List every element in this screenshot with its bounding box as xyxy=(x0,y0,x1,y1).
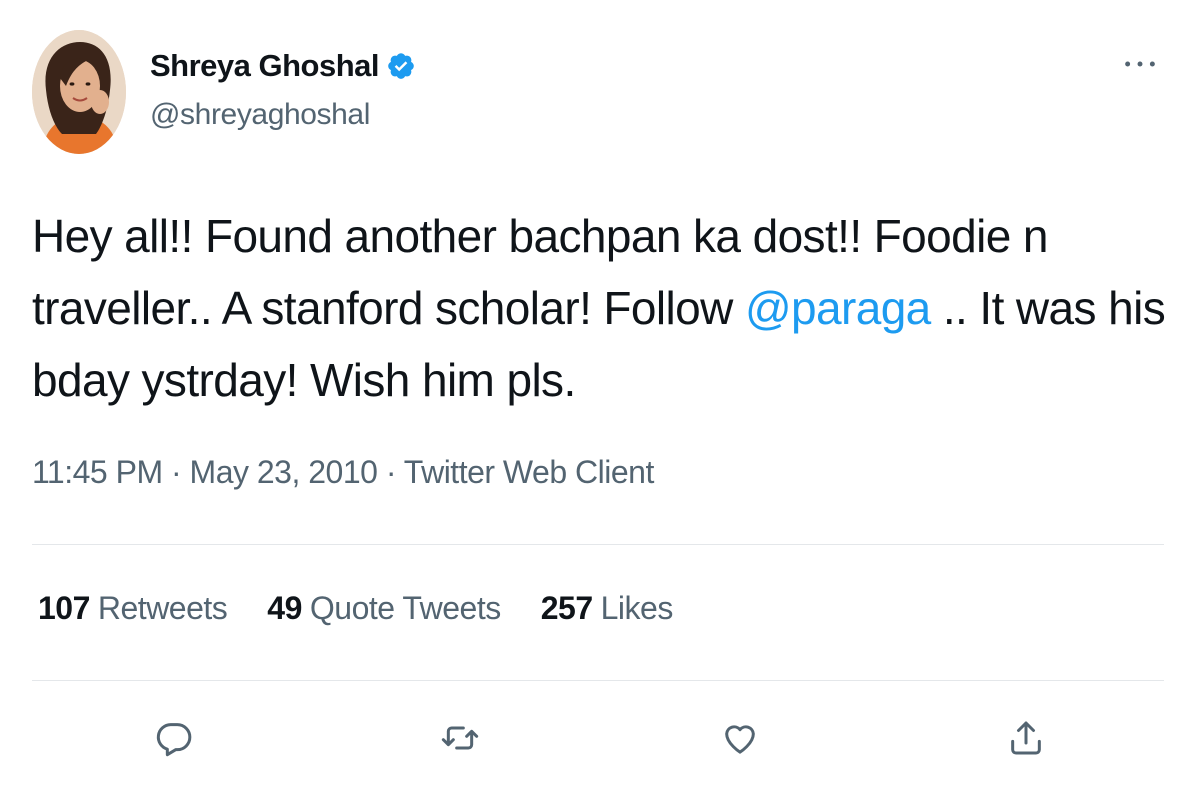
divider xyxy=(32,680,1164,681)
retweet-icon xyxy=(441,726,479,750)
verified-badge-icon xyxy=(386,51,416,81)
author-display-name[interactable]: Shreya Ghoshal xyxy=(150,48,380,84)
divider xyxy=(32,544,1164,545)
likes-stat[interactable]: 257 Likes xyxy=(540,590,674,627)
tweet-text: Hey all!! Found another bachpan ka dost!… xyxy=(32,200,1172,416)
author-name-row: Shreya Ghoshal xyxy=(150,46,416,86)
retweet-button[interactable] xyxy=(436,712,484,764)
reply-icon xyxy=(156,723,192,757)
like-button[interactable] xyxy=(716,712,764,764)
tweet-stats: 107 Retweets 49 Quote Tweets 257 Likes xyxy=(38,590,673,627)
likes-count: 257 xyxy=(540,590,593,626)
mention-link[interactable]: @paraga xyxy=(745,282,931,334)
retweets-count: 107 xyxy=(38,590,90,626)
share-button[interactable] xyxy=(1002,712,1050,764)
retweets-label: Retweets xyxy=(97,590,228,626)
quote-tweets-stat[interactable]: 49 Quote Tweets xyxy=(267,590,501,627)
quote-tweets-count: 49 xyxy=(267,590,302,626)
avatar-image xyxy=(32,30,126,154)
quote-tweets-label: Quote Tweets xyxy=(309,590,501,626)
like-icon xyxy=(725,725,755,754)
avatar[interactable] xyxy=(32,30,126,154)
reply-button[interactable] xyxy=(150,712,198,764)
tweet-timestamp[interactable]: 11:45 PM · May 23, 2010 · Twitter Web Cl… xyxy=(32,454,654,491)
likes-label: Likes xyxy=(600,590,674,626)
more-icon xyxy=(1125,61,1155,67)
share-icon xyxy=(1011,721,1041,755)
more-options-button[interactable] xyxy=(1118,46,1162,82)
tweet-card: Shreya Ghoshal @shreyaghoshal Hey all!! … xyxy=(0,0,1200,810)
retweets-stat[interactable]: 107 Retweets xyxy=(38,590,228,627)
author-handle[interactable]: @shreyaghoshal xyxy=(150,98,370,132)
